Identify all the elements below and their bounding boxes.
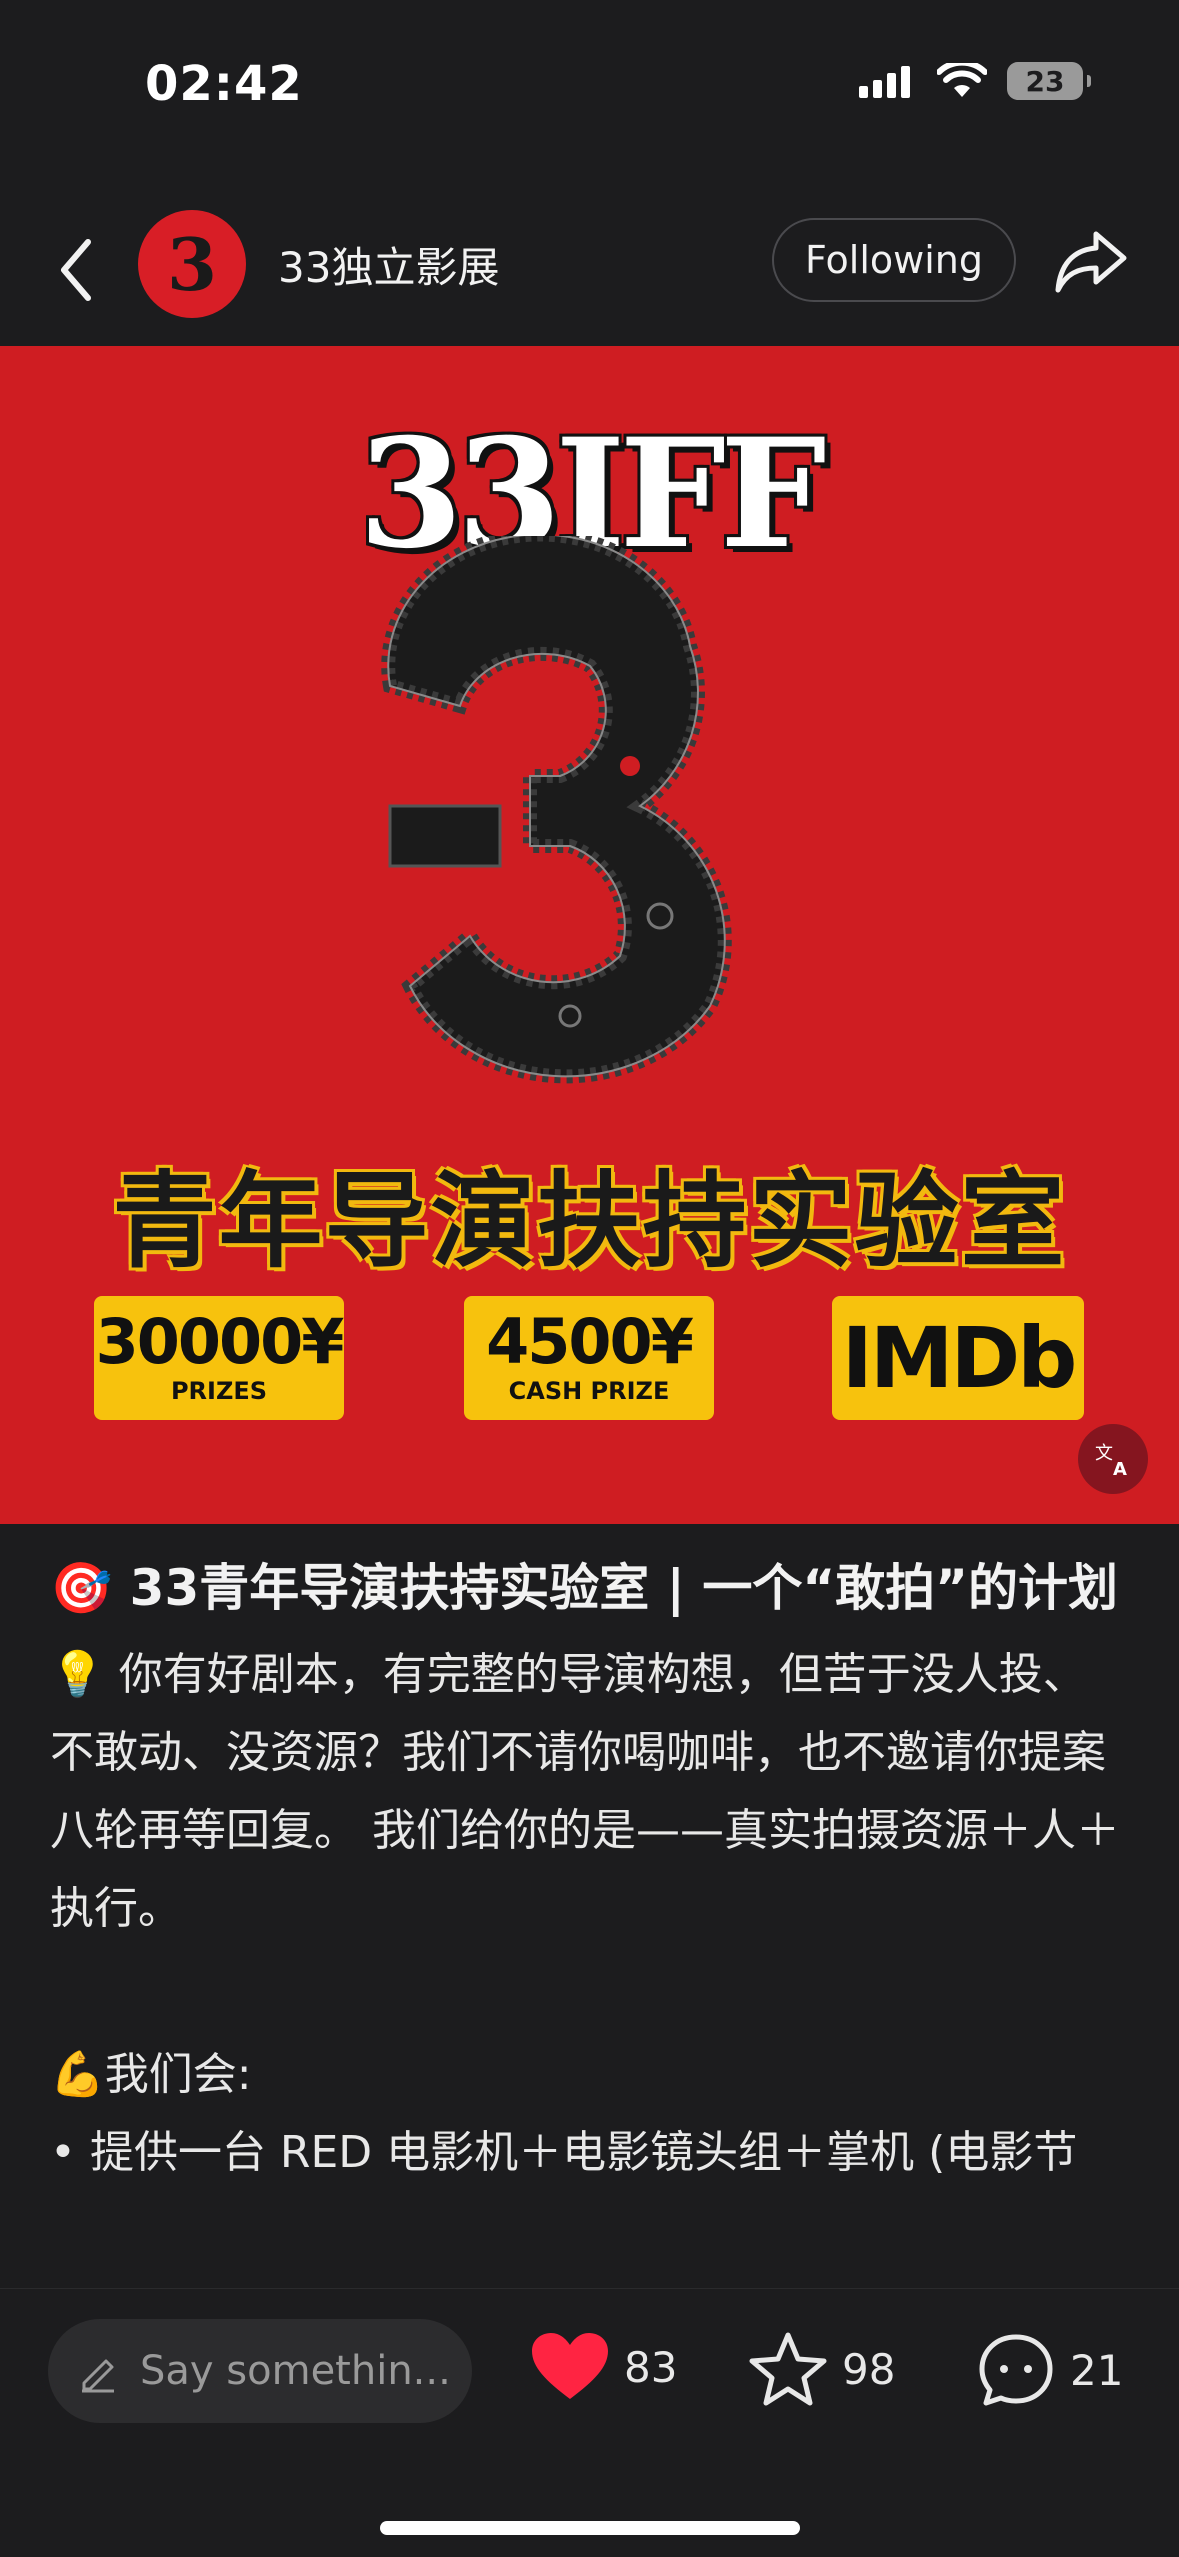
heart-icon — [532, 2333, 608, 2399]
signal-icon — [859, 66, 910, 98]
account-name[interactable]: 33独立影展 — [278, 234, 499, 295]
badge-cash-prize: 4500¥ CASH PRIZE — [464, 1296, 714, 1420]
badge-prizes: 30000¥ PRIZES — [94, 1296, 344, 1420]
like-count: 83 — [624, 2342, 678, 2392]
star-icon — [749, 2332, 827, 2406]
collect-button[interactable]: 98 — [748, 2331, 895, 2407]
post-image[interactable]: 33IFF 青年导演扶持实验室 30000¥ PRIZES 4500¥ CASH… — [0, 346, 1179, 1524]
comment-input[interactable]: Say somethin... — [48, 2319, 472, 2423]
post-paragraph-2: 💪我们会: — [50, 2049, 252, 2100]
post-paragraph-3: • 提供一台 RED 电影机＋电影镜头组＋掌机 (电影节 — [50, 2127, 1078, 2178]
post-content: 🎯 33青年导演扶持实验室 | 一个“敢拍”的计划 💡 你有好剧本，有完整的导演… — [50, 1550, 1130, 2192]
post-title: 🎯 33青年导演扶持实验室 | 一个“敢拍”的计划 — [50, 1559, 1119, 1617]
avatar-glyph: 3 — [166, 221, 218, 307]
comment-button[interactable]: 21 — [976, 2331, 1123, 2409]
post-header: 3 33独立影展 Following — [0, 200, 1179, 340]
comment-icon — [979, 2334, 1053, 2406]
status-bar: 02:42 23 — [0, 0, 1179, 160]
back-icon[interactable] — [48, 230, 108, 310]
status-time: 02:42 — [145, 56, 303, 112]
following-button[interactable]: Following — [772, 218, 1016, 302]
poster-subtitle: 青年导演扶持实验室 — [112, 1160, 1067, 1282]
avatar[interactable]: 3 — [138, 210, 246, 318]
svg-text:A: A — [1113, 1459, 1127, 1479]
home-indicator[interactable] — [380, 2521, 800, 2535]
translate-icon[interactable]: 文 A — [1078, 1424, 1148, 1494]
comment-count: 21 — [1070, 2345, 1124, 2395]
wifi-icon — [937, 63, 987, 97]
status-icons: 23 — [859, 62, 1091, 100]
bottom-action-bar: Say somethin... 83 98 21 — [0, 2288, 1179, 2557]
post-paragraph-1: 💡 你有好剧本，有完整的导演构想，但苦于没人投、不敢动、没资源？我们不请你喝咖啡… — [50, 1649, 1120, 1934]
gear-three-graphic — [381, 536, 732, 1084]
badge-imdb: IMDb — [832, 1296, 1084, 1420]
battery-icon: 23 — [1007, 62, 1091, 100]
like-button[interactable]: 83 — [530, 2331, 677, 2403]
collect-count: 98 — [842, 2344, 896, 2394]
pencil-icon — [82, 2359, 114, 2393]
share-icon[interactable] — [1054, 226, 1130, 296]
svg-text:文: 文 — [1095, 1443, 1113, 1464]
comment-input-placeholder: Say somethin... — [140, 2348, 451, 2394]
